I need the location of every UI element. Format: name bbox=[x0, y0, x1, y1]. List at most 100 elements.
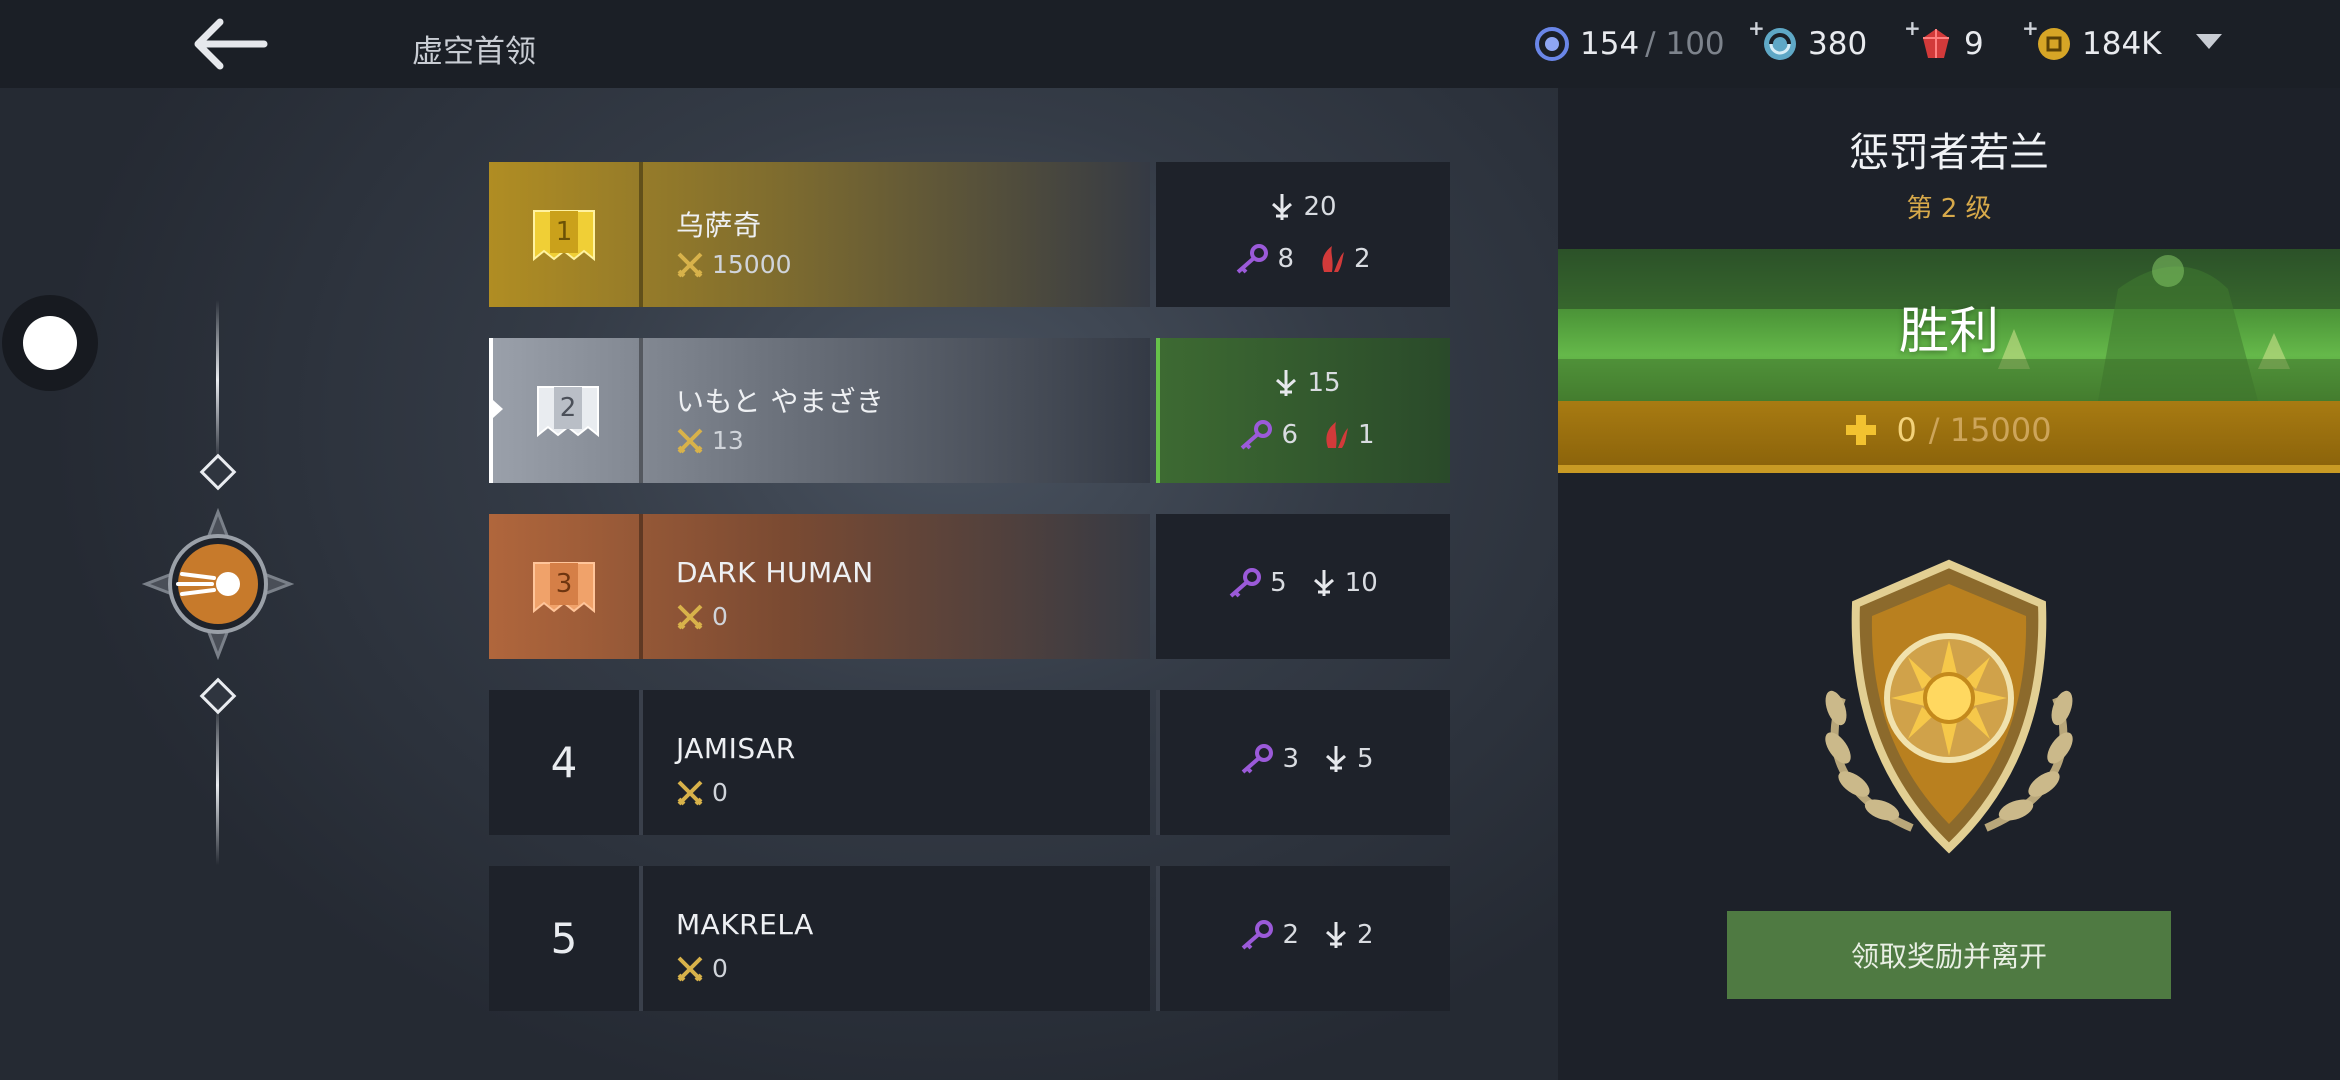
keys-value: 2 bbox=[1282, 920, 1299, 950]
page-title: 虚空首领 bbox=[412, 34, 536, 70]
resource-orb[interactable]: + 380 bbox=[1748, 16, 1868, 64]
crossed-swords-icon bbox=[677, 252, 703, 277]
resource-gem[interactable]: + 9 bbox=[1904, 16, 1984, 64]
resource-value: 9 bbox=[1964, 26, 1984, 62]
kills-icon bbox=[1326, 746, 1346, 772]
rank-badge: 2 bbox=[493, 338, 643, 483]
kills-value: 15 bbox=[1307, 368, 1341, 398]
top-bar bbox=[0, 0, 2340, 88]
rank-number: 2 bbox=[559, 392, 577, 423]
plus-icon bbox=[1846, 415, 1877, 445]
divider bbox=[639, 690, 643, 835]
keys-value: 5 bbox=[1270, 568, 1287, 598]
plus-icon: + bbox=[1904, 16, 1921, 40]
kills-value: 5 bbox=[1357, 744, 1374, 774]
resource-void-energy[interactable]: 154 / 100 bbox=[1534, 24, 1725, 64]
boss-name: 惩罚者若兰 bbox=[1849, 130, 2049, 176]
kills-icon bbox=[1326, 922, 1346, 948]
player-name: 乌萨奇 bbox=[676, 209, 762, 242]
divider bbox=[639, 866, 643, 1011]
boss-stage-node-icon[interactable] bbox=[141, 507, 295, 661]
kills-icon bbox=[1272, 194, 1293, 220]
rank-number: 1 bbox=[555, 216, 573, 247]
rank-number: 5 bbox=[550, 914, 578, 963]
leaderboard-row-4[interactable]: 4 JAMISAR 0 3 5 bbox=[489, 690, 1450, 835]
rank-number: 4 bbox=[550, 738, 578, 787]
score-value: 13 bbox=[712, 426, 744, 455]
player-score: 0 bbox=[676, 778, 728, 807]
player-name: DARK HUMAN bbox=[676, 556, 874, 589]
silver-banner-icon: 2 bbox=[536, 383, 600, 439]
resource-value: 154 bbox=[1580, 26, 1640, 62]
progress-max: / 15000 bbox=[1928, 411, 2052, 449]
reward-progress-bar: 0 / 15000 bbox=[1558, 401, 2340, 473]
rank-number: 3 bbox=[555, 568, 573, 599]
chevron-down-icon[interactable] bbox=[2196, 34, 2222, 49]
player-name: MAKRELA bbox=[676, 908, 814, 941]
player-score: 0 bbox=[676, 954, 728, 983]
row-background: 3 DARK HUMAN 0 bbox=[489, 514, 1150, 659]
rank-badge: 1 bbox=[489, 162, 639, 307]
kills-value: 2 bbox=[1357, 920, 1374, 950]
crossed-swords-icon bbox=[677, 780, 703, 805]
resource-value: 184K bbox=[2082, 26, 2162, 62]
toggle-button[interactable] bbox=[2, 295, 98, 391]
claim-reward-button[interactable]: 领取奖励并离开 bbox=[1727, 911, 2171, 999]
claw-icon bbox=[1326, 422, 1348, 448]
player-score: 15000 bbox=[676, 250, 792, 279]
crossed-swords-icon bbox=[677, 604, 703, 629]
keys-value: 8 bbox=[1277, 244, 1294, 274]
progress-value: 0 bbox=[1896, 411, 1917, 449]
divider bbox=[639, 338, 643, 483]
row-background: 5 MAKRELA 0 bbox=[489, 866, 1150, 1011]
claws-value: 2 bbox=[1354, 244, 1371, 274]
claws-value: 1 bbox=[1358, 420, 1375, 450]
timeline-diamond-icon bbox=[199, 453, 237, 491]
claw-icon bbox=[1322, 246, 1344, 272]
resource-value: 380 bbox=[1808, 26, 1868, 62]
red-gem-icon: + bbox=[1904, 16, 1954, 62]
row-stats: 3 5 bbox=[1156, 690, 1450, 835]
score-value: 0 bbox=[712, 602, 728, 631]
timeline-line bbox=[216, 300, 219, 460]
player-score: 0 bbox=[676, 602, 728, 631]
divider bbox=[639, 162, 643, 307]
leaderboard-row-1[interactable]: 1 乌萨奇 15000 20 8 2 bbox=[489, 162, 1450, 307]
row-stats: 15 6 1 bbox=[1156, 338, 1450, 483]
rank-badge: 3 bbox=[489, 514, 639, 659]
bronze-banner-icon: 3 bbox=[532, 559, 596, 615]
key-icon bbox=[1242, 920, 1274, 950]
rank-badge: 5 bbox=[489, 866, 639, 1011]
player-name: JAMISAR bbox=[676, 732, 796, 765]
resource-gold[interactable]: + 184K bbox=[2022, 16, 2162, 64]
key-icon bbox=[1237, 244, 1269, 274]
key-icon bbox=[1229, 568, 1262, 598]
keys-value: 6 bbox=[1281, 420, 1298, 450]
score-value: 0 bbox=[712, 778, 728, 807]
leaderboard-row-5[interactable]: 5 MAKRELA 0 2 2 bbox=[489, 866, 1450, 1011]
player-score: 13 bbox=[676, 426, 744, 455]
orb-swirl-icon: + bbox=[1748, 16, 1798, 62]
score-value: 0 bbox=[712, 954, 728, 983]
boss-level: 第 2 级 bbox=[1906, 194, 1992, 224]
timeline-line bbox=[216, 705, 219, 865]
leaderboard-row-2[interactable]: 2 いもと やまざき 13 15 6 1 bbox=[489, 338, 1450, 483]
row-stats: 20 8 2 bbox=[1156, 162, 1450, 307]
victory-banner: 胜利 bbox=[1558, 249, 2340, 401]
gold-banner-icon: 1 bbox=[532, 207, 596, 263]
back-arrow-icon[interactable] bbox=[190, 18, 270, 70]
row-background: 2 いもと やまざき 13 bbox=[489, 338, 1150, 483]
crossed-swords-icon bbox=[677, 428, 703, 453]
plus-icon: + bbox=[2022, 16, 2039, 40]
key-icon bbox=[1241, 420, 1273, 450]
row-stats: 5 10 bbox=[1156, 514, 1450, 659]
crossed-swords-icon bbox=[677, 956, 703, 981]
keys-value: 3 bbox=[1282, 744, 1299, 774]
row-background: 4 JAMISAR 0 bbox=[489, 690, 1150, 835]
leaderboard-row-3[interactable]: 3 DARK HUMAN 0 5 10 bbox=[489, 514, 1450, 659]
score-value: 15000 bbox=[712, 250, 792, 279]
row-stats: 2 2 bbox=[1156, 866, 1450, 1011]
shield-emblem-icon bbox=[1802, 558, 2096, 858]
plus-icon: + bbox=[1748, 16, 1765, 40]
resource-max: / 100 bbox=[1645, 26, 1725, 62]
